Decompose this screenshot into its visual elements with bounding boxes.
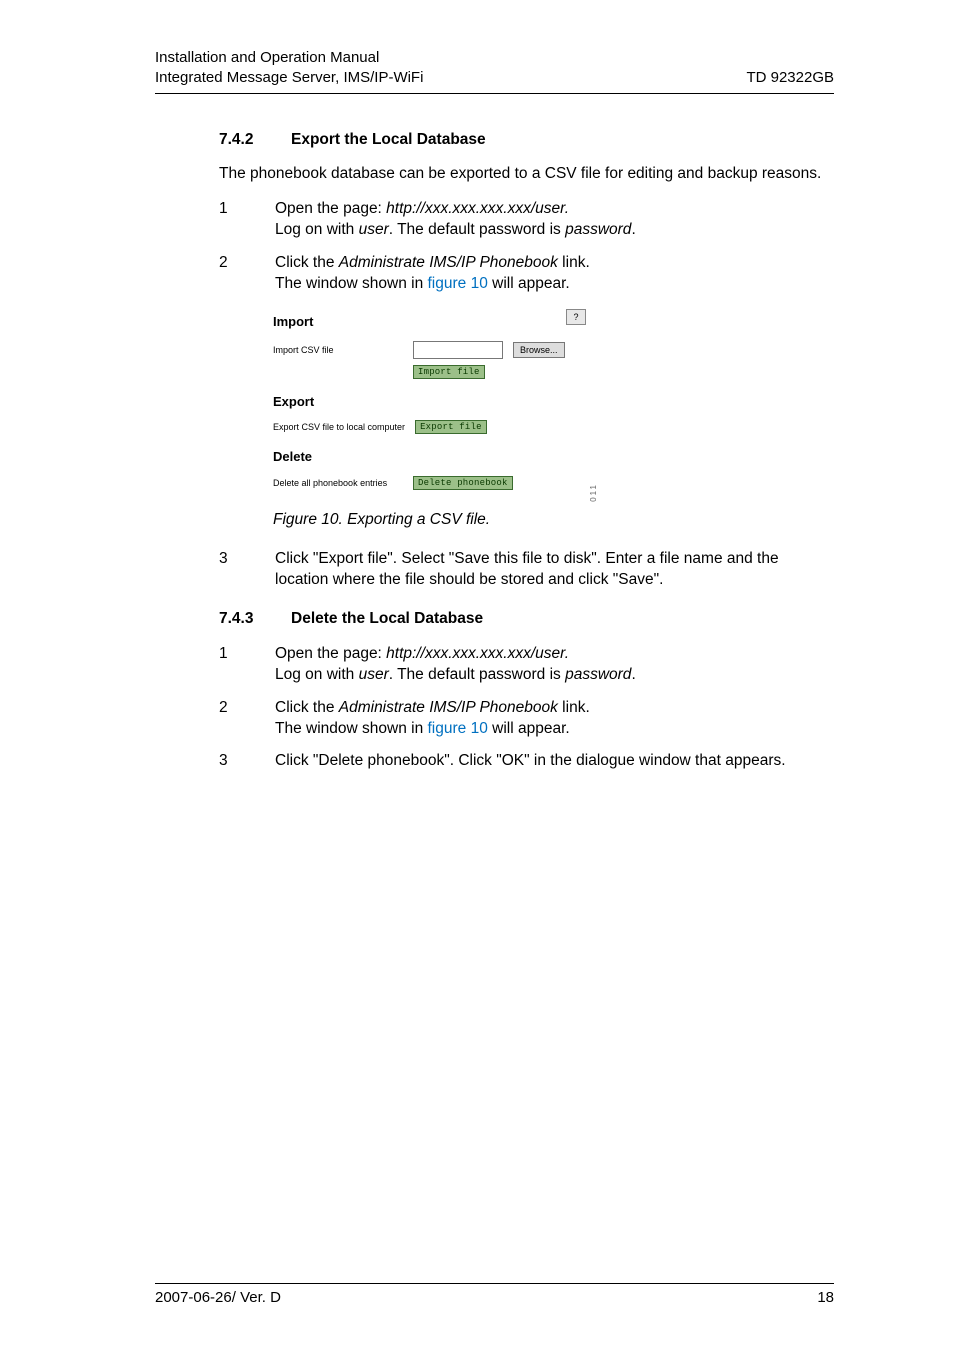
step-number: 3 <box>219 751 241 772</box>
step-number: 2 <box>219 698 241 740</box>
header-rule <box>155 93 834 94</box>
step-743-1: 1 Open the page: http://xxx.xxx.xxx.xxx/… <box>219 644 834 686</box>
import-heading: Import <box>273 313 578 331</box>
figure-ref-link[interactable]: figure 10 <box>428 275 488 292</box>
step-743-3: 3 Click "Delete phonebook". Click "OK" i… <box>219 751 834 772</box>
step-text: Click "Export file". Select "Save this f… <box>275 549 834 591</box>
header-line2: Integrated Message Server, IMS/IP-WiFi <box>155 68 423 88</box>
section-742-title: Export the Local Database <box>291 130 486 151</box>
figure-ref-link[interactable]: figure 10 <box>428 720 488 737</box>
delete-row: Delete all phonebook entries Delete phon… <box>273 476 578 490</box>
import-btn-row: Import file <box>413 365 578 379</box>
step-743-2: 2 Click the Administrate IMS/IP Phoneboo… <box>219 698 834 740</box>
page: Installation and Operation Manual Integr… <box>0 0 954 1350</box>
section-742-intro: The phonebook database can be exported t… <box>219 164 834 185</box>
step-text: Open the page: http://xxx.xxx.xxx.xxx/us… <box>275 644 636 686</box>
export-heading: Export <box>273 393 578 411</box>
step-text: Click the Administrate IMS/IP Phonebook … <box>275 253 590 295</box>
step-742-2: 2 Click the Administrate IMS/IP Phoneboo… <box>219 253 834 295</box>
section-743-heading: 7.4.3 Delete the Local Database <box>219 609 834 630</box>
step-742-1: 1 Open the page: http://xxx.xxx.xxx.xxx/… <box>219 199 834 241</box>
import-file-field[interactable] <box>413 341 503 359</box>
import-label: Import CSV file <box>273 344 403 356</box>
figure-10-caption: Figure 10. Exporting a CSV file. <box>273 510 834 531</box>
footer-rule <box>155 1283 834 1284</box>
section-742-steps-cont: 3 Click "Export file". Select "Save this… <box>219 549 834 591</box>
header-doc-id: TD 92322GB <box>746 68 834 88</box>
section-742-steps: 1 Open the page: http://xxx.xxx.xxx.xxx/… <box>219 199 834 295</box>
step-text: Click "Delete phonebook". Click "OK" in … <box>275 751 786 772</box>
section-742-heading: 7.4.2 Export the Local Database <box>219 130 834 151</box>
footer-date-version: 2007-06-26/ Ver. D <box>155 1288 281 1308</box>
header-line1: Installation and Operation Manual <box>155 48 834 68</box>
step-742-3: 3 Click "Export file". Select "Save this… <box>219 549 834 591</box>
step-number: 1 <box>219 644 241 686</box>
footer-page-number: 18 <box>817 1288 834 1308</box>
url-text: http://xxx.xxx.xxx.xxx/user. <box>386 200 569 217</box>
export-label: Export CSV file to local computer <box>273 421 405 433</box>
export-row: Export CSV file to local computer Export… <box>273 420 578 434</box>
section-743-steps: 1 Open the page: http://xxx.xxx.xxx.xxx/… <box>219 644 834 773</box>
step-number: 3 <box>219 549 241 591</box>
section-743-num: 7.4.3 <box>219 609 263 630</box>
page-footer: 2007-06-26/ Ver. D 18 <box>155 1283 834 1308</box>
step-number: 1 <box>219 199 241 241</box>
delete-phonebook-button[interactable]: Delete phonebook <box>413 476 513 490</box>
export-file-button[interactable]: Export file <box>415 420 487 434</box>
step-number: 2 <box>219 253 241 295</box>
page-header: Installation and Operation Manual Integr… <box>155 48 834 94</box>
import-row: Import CSV file Browse... <box>273 341 578 359</box>
figure-side-mark: 011 <box>589 483 600 502</box>
delete-label: Delete all phonebook entries <box>273 477 403 489</box>
help-icon[interactable]: ? <box>566 309 586 325</box>
step-text: Click the Administrate IMS/IP Phonebook … <box>275 698 590 740</box>
section-742-num: 7.4.2 <box>219 130 263 151</box>
import-file-button[interactable]: Import file <box>413 365 485 379</box>
section-743-title: Delete the Local Database <box>291 609 483 630</box>
browse-button[interactable]: Browse... <box>513 342 565 358</box>
figure-box: ? Import Import CSV file Browse... Impor… <box>273 307 586 500</box>
url-text: http://xxx.xxx.xxx.xxx/user. <box>386 645 569 662</box>
figure-10: ? Import Import CSV file Browse... Impor… <box>273 307 834 500</box>
step-text: Open the page: http://xxx.xxx.xxx.xxx/us… <box>275 199 636 241</box>
delete-heading: Delete <box>273 448 578 466</box>
